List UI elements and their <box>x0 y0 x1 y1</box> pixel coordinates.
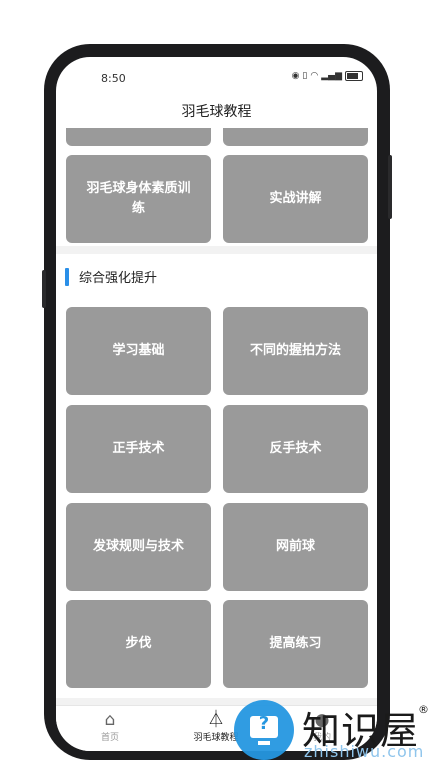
status-bar: 8:50 ◉ ▯ ◠ ▂▄▆ <box>56 57 377 97</box>
home-icon: ⌂ <box>104 710 116 730</box>
vibrate-icon: ▯ <box>302 71 308 81</box>
eye-icon: ◉ <box>291 71 300 81</box>
signal-icon: ▂▄▆ <box>321 71 342 81</box>
watermark-monitor-stand <box>258 741 270 745</box>
status-icons: ◉ ▯ ◠ ▂▄▆ <box>292 71 363 81</box>
course-card[interactable]: 羽毛球身体素质训练 <box>66 155 211 243</box>
course-card-partial[interactable] <box>66 128 211 146</box>
course-card[interactable]: 正手技术 <box>66 405 211 493</box>
watermark-url: zhishiwu.com <box>304 742 425 761</box>
app-screen: 8:50 ◉ ▯ ◠ ▂▄▆ 羽毛球教程 羽毛球身体素质训练 实战讲解 综合强化… <box>56 57 377 751</box>
course-card[interactable]: 发球规则与技术 <box>66 503 211 591</box>
volume-button <box>42 270 46 308</box>
top-group: 羽毛球身体素质训练 实战讲解 <box>56 128 377 246</box>
course-card-partial[interactable] <box>223 128 368 146</box>
course-card[interactable]: 不同的握拍方法 <box>223 307 368 395</box>
tab-label: 首页 <box>100 733 119 743</box>
section-header: 综合强化提升 <box>56 254 377 298</box>
page-title: 羽毛球教程 <box>181 104 252 120</box>
power-button <box>388 155 392 219</box>
course-card[interactable]: 步伐 <box>66 600 211 688</box>
question-mark-icon: ? <box>258 713 270 734</box>
section-accent-bar <box>65 268 69 286</box>
watermark-registered: ® <box>418 703 429 716</box>
course-card[interactable]: 反手技术 <box>223 405 368 493</box>
tab-label: 羽毛球教程 <box>193 733 239 743</box>
battery-icon <box>345 71 363 81</box>
scroll-content[interactable]: 羽毛球身体素质训练 实战讲解 综合强化提升 学习基础 不同的握拍方法 正手技术 … <box>56 128 377 705</box>
course-card[interactable]: 网前球 <box>223 503 368 591</box>
tab-home[interactable]: ⌂ 首页 <box>70 710 150 743</box>
wifi-icon: ◠ <box>310 71 319 81</box>
course-card[interactable]: 实战讲解 <box>223 155 368 243</box>
section-title: 综合强化提升 <box>79 271 158 286</box>
course-card[interactable]: 提高练习 <box>223 600 368 688</box>
course-card[interactable]: 学习基础 <box>66 307 211 395</box>
status-time: 8:50 <box>101 72 126 85</box>
section-grid: 学习基础 不同的握拍方法 正手技术 反手技术 发球规则与技术 网前球 步伐 提高… <box>56 298 377 698</box>
